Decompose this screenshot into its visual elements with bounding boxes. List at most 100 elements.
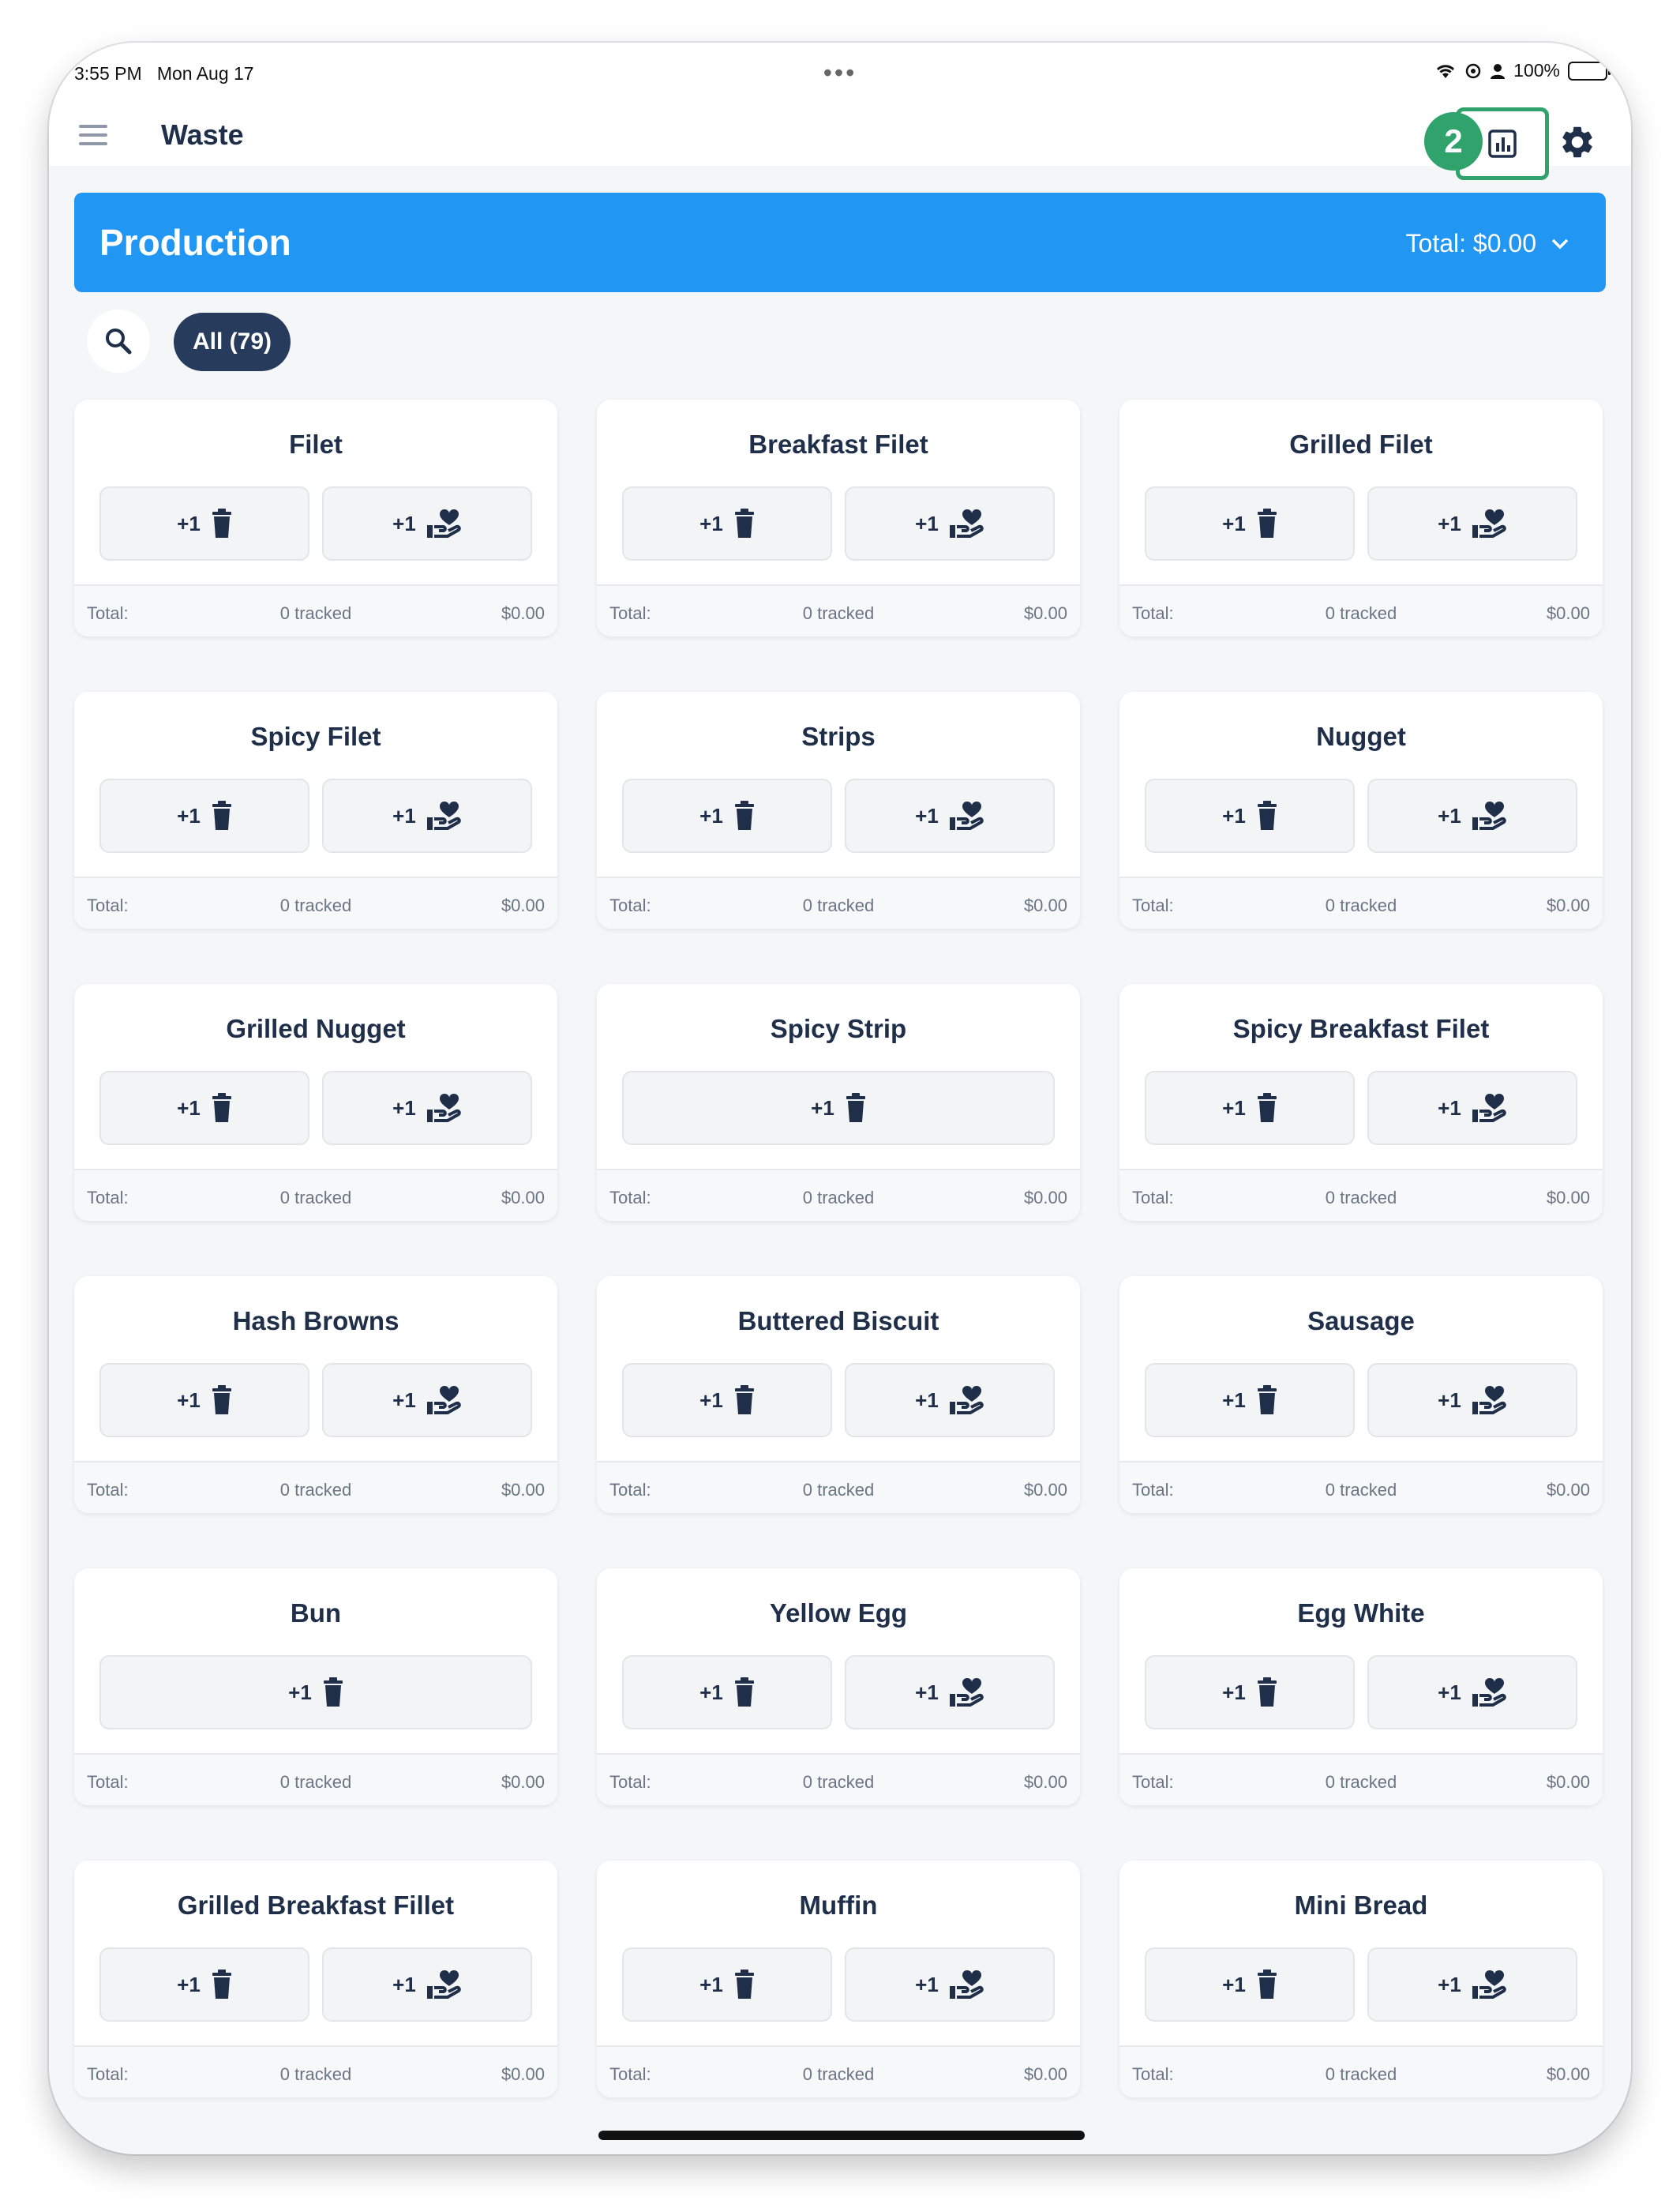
donate-add-label: +1 — [915, 1972, 939, 1996]
item-actions: +1 — [99, 1655, 532, 1729]
trash-icon — [1257, 1385, 1277, 1414]
item-name: Grilled Filet — [1289, 430, 1433, 459]
donate-add-button[interactable]: +1 — [1367, 1947, 1577, 2022]
total-amount: $0.00 — [1546, 1480, 1590, 1500]
waste-add-button[interactable]: +1 — [99, 1655, 532, 1729]
waste-add-button[interactable]: +1 — [622, 1363, 832, 1437]
waste-add-button[interactable]: +1 — [622, 486, 832, 561]
waste-add-button[interactable]: +1 — [622, 1947, 832, 2022]
donate-add-button[interactable]: +1 — [845, 1655, 1055, 1729]
item-actions: +1 +1 — [622, 779, 1055, 853]
item-actions: +1 — [622, 1071, 1055, 1145]
tracked-count: 0 tracked — [1325, 896, 1397, 915]
item-card: Breakfast Filet +1 +1 Total: 0 tracked $0.00 — [597, 400, 1080, 636]
item-card: Muffin +1 +1 Total: 0 tracked $0.00 — [597, 1861, 1080, 2097]
waste-add-button[interactable]: +1 — [1145, 486, 1355, 561]
donate-add-label: +1 — [915, 1388, 939, 1412]
hand-heart-icon — [949, 1970, 984, 1999]
waste-add-button[interactable]: +1 — [622, 1655, 832, 1729]
tracked-count: 0 tracked — [802, 603, 875, 623]
gear-icon[interactable] — [1558, 123, 1596, 161]
tracked-count: 0 tracked — [1325, 1772, 1397, 1792]
item-card: Egg White +1 +1 Total: 0 tracked $0.00 — [1119, 1568, 1603, 1805]
donate-add-button[interactable]: +1 — [1367, 1655, 1577, 1729]
waste-add-button[interactable]: +1 — [1145, 1071, 1355, 1145]
search-button[interactable] — [87, 310, 150, 373]
item-footer: Total: 0 tracked $0.00 — [74, 584, 557, 636]
donate-add-button[interactable]: +1 — [322, 1071, 532, 1145]
total-amount: $0.00 — [501, 1188, 545, 1207]
item-name: Filet — [289, 430, 343, 459]
waste-add-label: +1 — [1222, 803, 1246, 828]
chevron-down-icon — [1551, 238, 1569, 249]
trash-icon — [323, 1677, 343, 1707]
donate-add-button[interactable]: +1 — [1367, 779, 1577, 853]
item-name: Spicy Filet — [250, 722, 381, 751]
waste-add-button[interactable]: +1 — [99, 486, 309, 561]
waste-add-button[interactable]: +1 — [1145, 1947, 1355, 2022]
waste-add-button[interactable]: +1 — [99, 1947, 309, 2022]
production-banner[interactable]: Production Total: $0.00 — [74, 193, 1606, 292]
waste-add-button[interactable]: +1 — [99, 779, 309, 853]
donate-add-button[interactable]: +1 — [845, 1363, 1055, 1437]
waste-add-button[interactable]: +1 — [99, 1363, 309, 1437]
battery-icon — [1568, 61, 1611, 81]
tracked-count: 0 tracked — [1325, 2064, 1397, 2084]
hand-heart-icon — [1472, 1386, 1506, 1414]
waste-add-button[interactable]: +1 — [622, 1071, 1055, 1145]
donate-add-button[interactable]: +1 — [322, 1947, 532, 2022]
waste-add-button[interactable]: +1 — [1145, 1363, 1355, 1437]
total-amount: $0.00 — [501, 896, 545, 915]
filter-chip-all[interactable]: All (79) — [174, 313, 291, 371]
home-indicator[interactable] — [598, 2131, 1085, 2140]
donate-add-label: +1 — [392, 511, 416, 535]
item-card: Mini Bread +1 +1 Total: 0 tracked $0.00 — [1119, 1861, 1603, 2097]
multitask-dots[interactable]: ••• — [823, 58, 857, 88]
banner-total-text: Total: $0.00 — [1405, 229, 1536, 257]
donate-add-button[interactable]: +1 — [322, 1363, 532, 1437]
item-footer: Total: 0 tracked $0.00 — [597, 2045, 1080, 2097]
location-icon — [1465, 63, 1481, 78]
item-actions: +1 +1 — [99, 486, 532, 561]
donate-add-button[interactable]: +1 — [1367, 1363, 1577, 1437]
tracked-count: 0 tracked — [279, 603, 352, 623]
waste-add-label: +1 — [699, 1680, 723, 1704]
trash-icon — [1257, 1093, 1277, 1122]
donate-add-button[interactable]: +1 — [845, 779, 1055, 853]
item-card: Hash Browns +1 +1 Total: 0 tracked $0.00 — [74, 1276, 557, 1513]
banner-total[interactable]: Total: $0.00 — [1406, 229, 1569, 258]
donate-add-label: +1 — [1438, 1680, 1461, 1704]
trash-icon — [1257, 1677, 1277, 1707]
bar-chart-icon — [1488, 130, 1517, 158]
waste-add-button[interactable]: +1 — [622, 779, 832, 853]
total-amount: $0.00 — [501, 2064, 545, 2084]
waste-add-button[interactable]: +1 — [1145, 1655, 1355, 1729]
donate-add-button[interactable]: +1 — [1367, 1071, 1577, 1145]
app-header: Waste 2 — [49, 107, 1631, 180]
trash-icon — [1257, 509, 1277, 538]
hand-heart-icon — [949, 509, 984, 538]
item-card: Grilled Breakfast Fillet +1 +1 Total: 0 trac… — [74, 1861, 557, 2097]
trash-icon — [212, 801, 231, 830]
waste-add-button[interactable]: +1 — [1145, 779, 1355, 853]
item-card: Nugget +1 +1 Total: 0 tracked $0.00 — [1119, 692, 1603, 929]
tracked-count: 0 tracked — [279, 1480, 352, 1500]
step-badge: 2 — [1424, 112, 1483, 171]
waste-add-button[interactable]: +1 — [99, 1071, 309, 1145]
item-card: Filet +1 +1 Total: 0 tracked $0.00 — [74, 400, 557, 636]
total-amount: $0.00 — [1546, 1772, 1590, 1792]
donate-add-button[interactable]: +1 — [845, 1947, 1055, 2022]
wifi-icon — [1437, 64, 1455, 78]
trash-icon — [212, 1385, 231, 1414]
hand-heart-icon — [1472, 802, 1506, 830]
hand-heart-icon — [949, 802, 984, 830]
item-actions: +1 +1 — [1145, 779, 1577, 853]
hamburger-menu-icon[interactable] — [79, 125, 107, 147]
donate-add-button[interactable]: +1 — [1367, 486, 1577, 561]
item-footer: Total: 0 tracked $0.00 — [1119, 1169, 1603, 1221]
waste-add-label: +1 — [811, 1095, 834, 1120]
donate-add-label: +1 — [1438, 803, 1461, 828]
donate-add-button[interactable]: +1 — [845, 486, 1055, 561]
donate-add-button[interactable]: +1 — [322, 486, 532, 561]
donate-add-button[interactable]: +1 — [322, 779, 532, 853]
